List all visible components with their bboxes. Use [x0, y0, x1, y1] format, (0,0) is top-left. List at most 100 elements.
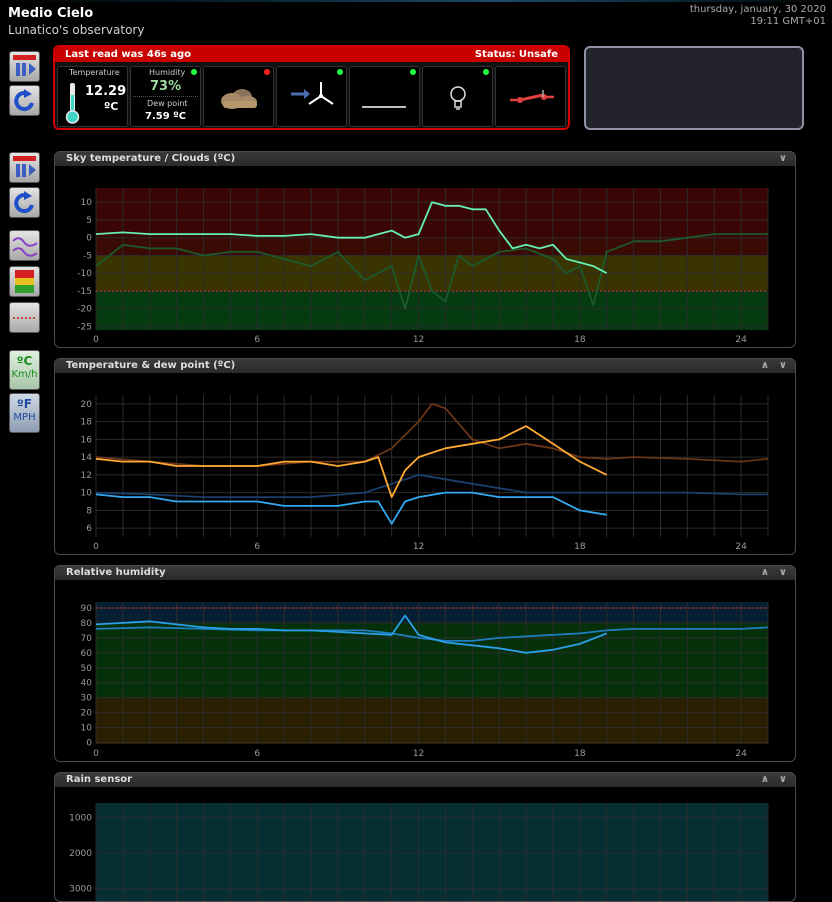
zone-band [96, 188, 768, 238]
camera-box[interactable] [584, 46, 804, 130]
top-accent-line [0, 0, 832, 2]
chevron-down-icon[interactable]: ∨ [779, 152, 787, 166]
x-tick-label: 6 [254, 335, 260, 345]
pause-refresh-button[interactable] [9, 51, 40, 82]
safety-status-text: Status: Unsafe [474, 49, 558, 60]
sky-temperature-chart: 1050-5-10-15-20-250 6 12 18 24 [77, 188, 769, 345]
y-tick-label: 20 [81, 709, 93, 719]
humidity-panel-header: Relative humidity ∧ ∨ [55, 566, 795, 580]
refresh-button[interactable] [9, 85, 40, 116]
y-tick-label: 40 [81, 679, 93, 689]
y-tick-label: 3000 [69, 885, 92, 895]
chevron-up-icon[interactable]: ∧ [761, 566, 769, 580]
chart-pause-button[interactable] [9, 152, 40, 183]
temperature-tile[interactable]: Temperature 12.29 ºC [57, 66, 128, 127]
y-tick-label: 0 [86, 234, 92, 244]
series-line [95, 474, 768, 498]
wind-icon [291, 82, 334, 105]
x-tick-label: 12 [413, 335, 424, 345]
switch-tile[interactable] [495, 66, 566, 127]
y-tick-label: -20 [77, 305, 92, 315]
dashed-line-icon [13, 317, 37, 319]
light-tile[interactable] [422, 66, 493, 127]
rain-panel-title: Rain sensor [66, 774, 133, 785]
y-tick-label: 50 [81, 664, 93, 674]
toggle-zones-button[interactable] [9, 266, 40, 297]
y-tick-label: 20 [81, 400, 93, 410]
x-tick-label: 24 [735, 335, 747, 345]
chevron-down-icon[interactable]: ∨ [779, 359, 787, 373]
y-tick-label: 6 [86, 524, 92, 534]
x-tick-label: 12 [413, 542, 424, 552]
series-line [95, 491, 607, 525]
status-bar: Last read was 46s ago Status: Unsafe [55, 47, 568, 62]
fahrenheit-label: ºF [17, 397, 32, 411]
sky-panel-header: Sky temperature / Clouds (ºC) ∨ [55, 152, 795, 166]
x-tick-label: 12 [413, 749, 424, 759]
temp-panel-header: Temperature & dew point (ºC) ∧ ∨ [55, 359, 795, 373]
thermometer-icon [65, 83, 80, 124]
site-title: Medio Cielo [8, 6, 94, 21]
color-zones-icon [15, 270, 34, 293]
y-tick-label: -5 [83, 251, 92, 261]
x-tick-label: 18 [574, 749, 586, 759]
datetime-display: thursday, january, 30 2020 19:11 GMT+01 [690, 4, 826, 28]
rain-tile[interactable] [349, 66, 420, 127]
rain-panel-header: Rain sensor ∧ ∨ [55, 773, 795, 787]
dewpoint-label: Dew point [147, 99, 188, 108]
temperature-dewpoint-panel: Temperature & dew point (ºC) ∧ ∨ 20 18 16 1… [54, 358, 796, 555]
chevron-up-icon[interactable]: ∧ [761, 359, 769, 373]
lightbulb-icon [450, 86, 466, 110]
metric-units-button[interactable]: ºC Km/h [9, 350, 40, 390]
sky-panel-title: Sky temperature / Clouds (ºC) [66, 153, 236, 164]
y-tick-label: 10 [81, 198, 93, 208]
temp-panel-title: Temperature & dew point (ºC) [66, 360, 236, 371]
toggle-thresholds-button[interactable] [9, 302, 40, 333]
y-tick-label: 10 [81, 489, 93, 499]
zone-band [96, 622, 768, 698]
humidity-tile[interactable]: Humidity 73% Dew point 7.59 ºC [130, 66, 201, 127]
temperature-value: 12.29 [85, 84, 127, 99]
cloud-icon [221, 89, 257, 109]
y-tick-label: 16 [81, 435, 93, 445]
rain-sensor-chart: 1000 2000 3000 [69, 803, 769, 901]
mph-label: MPH [13, 412, 36, 423]
zone-band [96, 697, 768, 744]
imperial-units-button[interactable]: ºF MPH [9, 393, 40, 433]
rain-icon [362, 106, 406, 108]
chevron-down-icon[interactable]: ∨ [779, 566, 787, 580]
y-tick-label: 30 [81, 694, 93, 704]
light-status-dot [483, 69, 489, 75]
date-text: thursday, january, 30 2020 [689, 4, 826, 15]
y-tick-label: 0 [86, 739, 92, 749]
dewpoint-value: 7.59 ºC [145, 111, 187, 122]
switch-icon [510, 90, 554, 103]
toggle-lines-button[interactable] [9, 230, 40, 261]
x-tick-label: 6 [254, 542, 260, 552]
chart-refresh-button[interactable] [9, 187, 40, 218]
y-tick-label: 18 [81, 418, 93, 428]
kmh-label: Km/h [11, 369, 38, 380]
y-tick-label: 2000 [69, 849, 92, 859]
humidity-status-dot [191, 69, 197, 75]
humidity-value: 73% [150, 79, 182, 94]
pause-icon [13, 55, 36, 76]
zone-band [96, 602, 768, 623]
y-tick-label: -25 [77, 322, 92, 332]
clouds-status-dot [264, 69, 270, 75]
x-tick-label: 0 [93, 335, 99, 345]
y-tick-label: 80 [81, 619, 93, 629]
x-tick-label: 18 [574, 542, 586, 552]
temperature-label: Temperature [69, 68, 120, 77]
chevron-down-icon[interactable]: ∨ [779, 773, 787, 787]
y-tick-label: -15 [77, 287, 92, 297]
wind-status-dot [337, 69, 343, 75]
chevron-up-icon[interactable]: ∧ [761, 773, 769, 787]
last-read-text: Last read was 46s ago [65, 49, 191, 60]
wind-tile[interactable] [276, 66, 347, 127]
temperature-chart: 201816141210860 6 12 18 24 [81, 395, 769, 552]
time-text: 19:11 GMT+01 [750, 16, 826, 27]
y-tick-label: 70 [81, 634, 93, 644]
temperature-unit: ºC [104, 100, 119, 113]
clouds-tile[interactable] [203, 66, 274, 127]
